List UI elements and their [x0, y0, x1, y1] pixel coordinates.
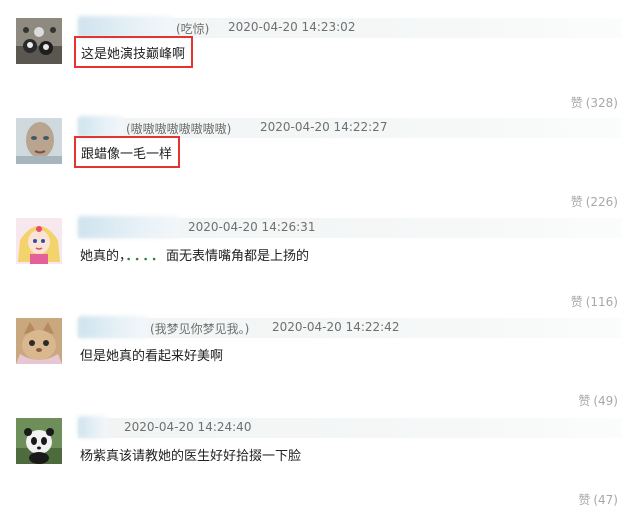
comment-header: (嗷嗷嗷嗷嗷嗷嗷嗷) 2020-04-20 14:22:27 — [78, 116, 622, 138]
comment-timestamp: 2020-04-20 14:22:27 — [260, 120, 388, 134]
comment-header: 2020-04-20 14:26:31 — [78, 216, 622, 238]
comment-item: 2020-04-20 14:24:40 杨紫真该请教她的医生好好拾掇一下脸 — [0, 400, 640, 500]
comment-text: 这是她演技巅峰啊 — [74, 36, 194, 68]
username-blurred[interactable] — [78, 216, 180, 238]
comment-header: (我梦见你梦见我。) 2020-04-20 14:22:42 — [78, 316, 622, 338]
like-button[interactable]: 赞 (47) — [578, 491, 618, 508]
comment-text-dots: ．．．． — [125, 249, 167, 264]
comment-list: (吃惊) 2020-04-20 14:23:02 这是她演技巅峰啊 赞 (328)… — [0, 0, 640, 514]
avatar-image — [16, 318, 62, 364]
comment-timestamp: 2020-04-20 14:24:40 — [124, 420, 252, 434]
avatar-image — [16, 218, 62, 264]
comment-text: 但是她真的看起来好美啊 — [80, 349, 224, 364]
panda-avatar[interactable] — [16, 418, 62, 464]
username-suffix: (嗷嗷嗷嗷嗷嗷嗷嗷) — [126, 122, 232, 136]
username-blurred[interactable] — [78, 16, 174, 38]
avatar-image — [16, 18, 62, 64]
comment-item: (吃惊) 2020-04-20 14:23:02 这是她演技巅峰啊 — [0, 0, 640, 100]
cat-avatar[interactable] — [16, 318, 62, 364]
comment-timestamp: 2020-04-20 14:22:42 — [272, 320, 400, 334]
cartoon-animals-avatar[interactable] — [16, 18, 62, 64]
comment-header: 2020-04-20 14:24:40 — [78, 416, 622, 438]
comment-timestamp: 2020-04-20 14:23:02 — [228, 20, 356, 34]
comment-text: 杨紫真该请教她的医生好好拾掇一下脸 — [80, 449, 302, 464]
comment-item: (我梦见你梦见我。) 2020-04-20 14:22:42 但是她真的看起来好… — [0, 300, 640, 400]
like-label: 赞 — [578, 493, 591, 507]
comment-text-start: 她真的， — [80, 249, 126, 264]
username-suffix: (吃惊) — [176, 22, 210, 36]
comment-item: (嗷嗷嗷嗷嗷嗷嗷嗷) 2020-04-20 14:22:27 跟蜡像一毛一样 — [0, 100, 640, 200]
avatar-image — [16, 118, 62, 164]
anime-girl-avatar[interactable] — [16, 218, 62, 264]
comment-header: (吃惊) 2020-04-20 14:23:02 — [78, 16, 622, 38]
comment-text: 她真的，．．．．面无表情嘴角都是上扬的 — [80, 245, 309, 264]
like-count: (47) — [593, 493, 618, 507]
comment-text: 跟蜡像一毛一样 — [74, 136, 181, 168]
username-suffix: (我梦见你梦见我。) — [150, 322, 250, 336]
username-blurred[interactable] — [78, 316, 148, 338]
comment-timestamp: 2020-04-20 14:26:31 — [188, 220, 316, 234]
comment-item: 2020-04-20 14:26:31 她真的，．．．．面无表情嘴角都是上扬的 — [0, 200, 640, 300]
username-blurred[interactable] — [78, 116, 124, 138]
comment-text-end: 面无表情嘴角都是上扬的 — [166, 249, 310, 264]
face-portrait-avatar[interactable] — [16, 118, 62, 164]
username-blurred[interactable] — [78, 416, 108, 438]
avatar-image — [16, 418, 62, 464]
